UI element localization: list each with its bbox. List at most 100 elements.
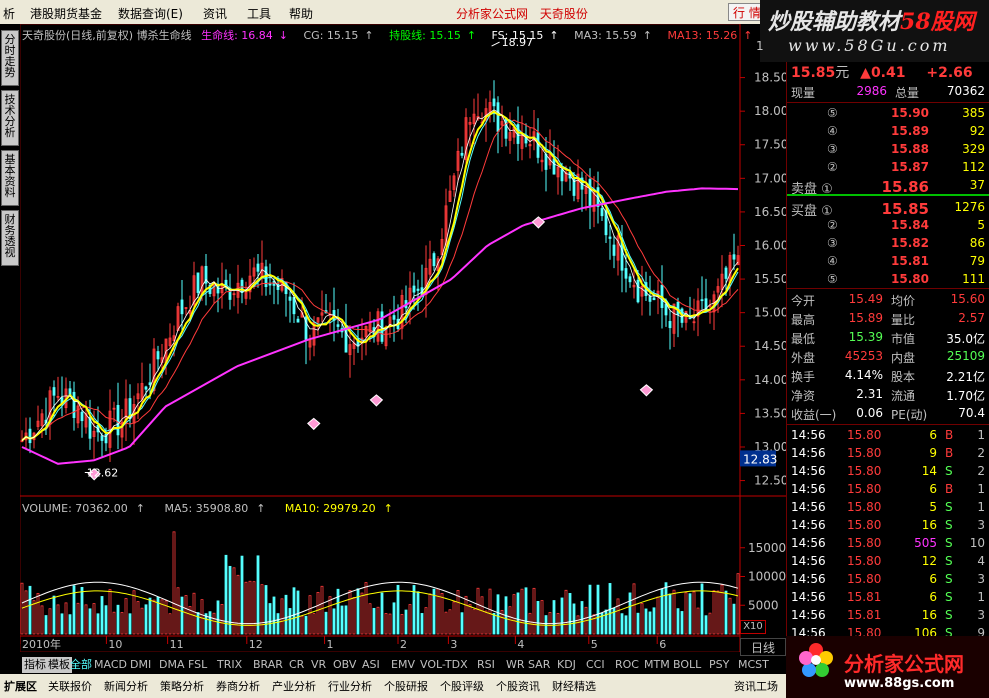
volume-bar bbox=[276, 613, 280, 635]
menu-item-analysis[interactable]: 析 bbox=[3, 5, 15, 22]
indicator-tab[interactable]: DMA bbox=[159, 657, 185, 673]
indicator-tab[interactable]: ASI bbox=[362, 657, 380, 673]
bid-price: 15.80 bbox=[891, 272, 929, 286]
tick-count: 1 bbox=[977, 482, 985, 496]
candle-body bbox=[460, 152, 464, 156]
indicator-tab[interactable]: BRAR bbox=[253, 657, 283, 673]
ask-volume: 329 bbox=[962, 142, 985, 156]
indicator-tab[interactable]: MTM bbox=[644, 657, 670, 673]
indicator-tab[interactable]: WR bbox=[506, 657, 525, 673]
status-tab[interactable]: 个股研报 bbox=[384, 678, 428, 694]
price-axis-label: 14.50 bbox=[754, 339, 786, 353]
chart-area[interactable]: 1 12.50 13.00 13.50 14.00 14.50 15.00 15.50 16.0… bbox=[20, 24, 786, 652]
indicator-tab[interactable]: TRIX bbox=[217, 657, 242, 673]
volume-bar bbox=[348, 590, 352, 635]
volume-bar bbox=[656, 596, 660, 635]
indicator-tab[interactable]: CR bbox=[289, 657, 304, 673]
status-tab[interactable]: 券商分析 bbox=[216, 678, 260, 694]
indicator-tab[interactable]: OBV bbox=[333, 657, 356, 673]
indicator-tab[interactable]: BOLL bbox=[673, 657, 701, 673]
tab-fundamentals[interactable]: 基本资料 bbox=[1, 150, 19, 206]
stat-label: 最低 bbox=[791, 332, 816, 346]
stock-name-link[interactable]: 天奇股份 bbox=[540, 7, 588, 21]
menu-item-help[interactable]: 帮助 bbox=[289, 5, 313, 22]
chart-frame bbox=[20, 24, 741, 652]
tab-technical[interactable]: 技术分析 bbox=[1, 90, 19, 146]
legend-ma13: MA13: 15.26 ↑ bbox=[667, 29, 753, 42]
status-tab[interactable]: 行业分析 bbox=[328, 678, 372, 694]
indicator-tab[interactable]: PSY bbox=[709, 657, 729, 673]
indicator-tab[interactable]: EMV bbox=[391, 657, 415, 673]
volume-bar bbox=[260, 584, 264, 635]
volume-bar bbox=[472, 608, 476, 635]
tab-financials[interactable]: 财务透视 bbox=[1, 210, 19, 266]
stat-value: 0.06 bbox=[856, 406, 883, 420]
volume-bar bbox=[24, 590, 28, 635]
indicator-tab[interactable]: CCI bbox=[586, 657, 605, 673]
indicator-tab[interactable]: VR bbox=[311, 657, 326, 673]
indicator-tab[interactable]: 全部 bbox=[70, 657, 92, 673]
indicator-tab[interactable]: RSI bbox=[477, 657, 495, 673]
volume-bar bbox=[560, 597, 564, 635]
price-axis-label: 14.00 bbox=[754, 373, 786, 387]
tab-intraday[interactable]: 分时走势 bbox=[1, 30, 19, 86]
volume-bar bbox=[484, 610, 488, 635]
volume-bar bbox=[20, 582, 24, 635]
volume-bar bbox=[376, 606, 380, 635]
status-tab[interactable]: 财经精选 bbox=[552, 678, 596, 694]
ask-level: ③ bbox=[827, 142, 838, 156]
volume-bar bbox=[356, 588, 360, 635]
status-tab[interactable]: 个股资讯 bbox=[496, 678, 540, 694]
price-legend: 天奇股份(日线,前复权) 博杀生命线 生命线: 16.84 ↓ CG: 15.15… bbox=[22, 27, 764, 43]
volume-bar bbox=[300, 615, 304, 635]
ask-level: ⑤ bbox=[827, 106, 838, 120]
volume-bar bbox=[536, 600, 540, 635]
tick-count: 4 bbox=[977, 554, 985, 568]
status-tab[interactable]: 关联报价 bbox=[48, 678, 92, 694]
status-tab[interactable]: 个股评级 bbox=[440, 678, 484, 694]
indicator-tab[interactable]: MCST bbox=[738, 657, 769, 673]
status-tab[interactable]: 新闻分析 bbox=[104, 678, 148, 694]
indicator-tab[interactable]: VOL-TDX bbox=[420, 657, 468, 673]
candle-body bbox=[492, 98, 496, 107]
ma3-line bbox=[21, 109, 739, 441]
volume-bar bbox=[196, 612, 200, 635]
volume-bar bbox=[700, 583, 704, 635]
stat-label: 外盘 bbox=[791, 351, 816, 365]
indicator-tab[interactable]: KDJ bbox=[557, 657, 576, 673]
indicator-tab[interactable]: ROC bbox=[615, 657, 639, 673]
kline-chart[interactable]: 112.5013.0013.5014.0014.5015.0015.5016.0… bbox=[20, 24, 786, 652]
volume-legend: VOLUME: 70362.00 ↑ MA5: 35908.80 ↑ MA10: 2… bbox=[22, 502, 409, 515]
menu-item-news[interactable]: 资讯 bbox=[203, 5, 227, 22]
menu-item-hk-futures[interactable]: 港股期货基金 bbox=[30, 5, 102, 22]
indicator-tab[interactable]: MACD bbox=[94, 657, 127, 673]
volume-bar bbox=[324, 611, 328, 635]
indicator-tab[interactable]: 指标 bbox=[22, 657, 48, 673]
tick-time: 14:56 bbox=[791, 554, 826, 568]
status-news-workshop[interactable]: 资讯工场 bbox=[734, 678, 778, 694]
status-tab[interactable]: 策略分析 bbox=[160, 678, 204, 694]
indicator-tab[interactable]: 模板 bbox=[46, 657, 72, 673]
volume-bar bbox=[336, 588, 340, 635]
status-tab[interactable]: 产业分析 bbox=[272, 678, 316, 694]
formula-site-link[interactable]: 分析家公式网 bbox=[456, 7, 528, 21]
volume-bar bbox=[552, 600, 556, 635]
volume-bar bbox=[308, 595, 312, 635]
indicator-tab[interactable]: FSL bbox=[188, 657, 207, 673]
status-tab[interactable]: 扩展区 bbox=[4, 678, 37, 694]
menu-item-tools[interactable]: 工具 bbox=[247, 5, 271, 22]
period-selector[interactable]: 日线 bbox=[740, 638, 786, 656]
indicator-tab[interactable]: DMI bbox=[130, 657, 151, 673]
quote-header: 15.85元 ▲0.41 +2.66 bbox=[791, 65, 973, 81]
tick-count: 3 bbox=[977, 518, 985, 532]
menu-item-data-query[interactable]: 数据查询(E) bbox=[118, 5, 183, 22]
indicator-tab[interactable]: SAR bbox=[528, 657, 550, 673]
tick-count: 1 bbox=[977, 428, 985, 442]
candle-body bbox=[496, 102, 500, 132]
price-axis-label: 17.50 bbox=[754, 138, 786, 152]
stat-value: 70.4 bbox=[958, 406, 985, 420]
volume-bar bbox=[428, 593, 432, 635]
volume-bar bbox=[440, 593, 444, 635]
volume-bar bbox=[272, 596, 276, 635]
time-axis-label: 1 bbox=[327, 638, 334, 651]
